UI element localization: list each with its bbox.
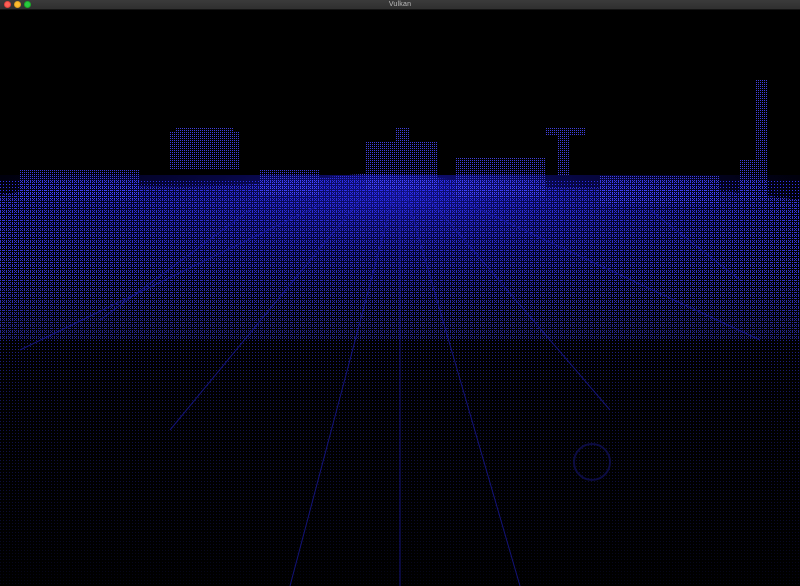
skyline (20, 80, 767, 203)
render-viewport[interactable] (0, 10, 800, 586)
point-cloud-render (0, 80, 800, 586)
title-bar[interactable]: Vulkan (0, 0, 800, 10)
window-title: Vulkan (388, 1, 412, 8)
app-window: Vulkan (0, 0, 800, 586)
